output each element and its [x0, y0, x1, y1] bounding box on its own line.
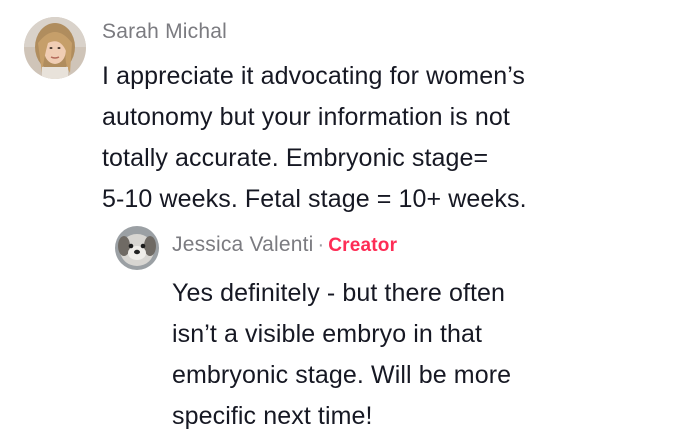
- commenter-username[interactable]: Sarah Michal: [102, 20, 227, 44]
- reply-username[interactable]: Jessica Valenti: [172, 233, 314, 256]
- commenter-avatar[interactable]: [24, 17, 86, 79]
- creator-badge: Creator: [328, 235, 398, 256]
- dog-avatar-photo-icon: [115, 226, 159, 270]
- reply-text: Yes definitely - but there often isn’t a…: [172, 279, 512, 430]
- reply-header: Jessica Valenti · Creator: [172, 233, 397, 257]
- comment-text: I appreciate it advocating for women’s a…: [102, 62, 527, 213]
- user-avatar-photo-icon: [24, 17, 86, 79]
- reply-avatar[interactable]: [115, 226, 159, 270]
- separator-dot: ·: [317, 234, 325, 256]
